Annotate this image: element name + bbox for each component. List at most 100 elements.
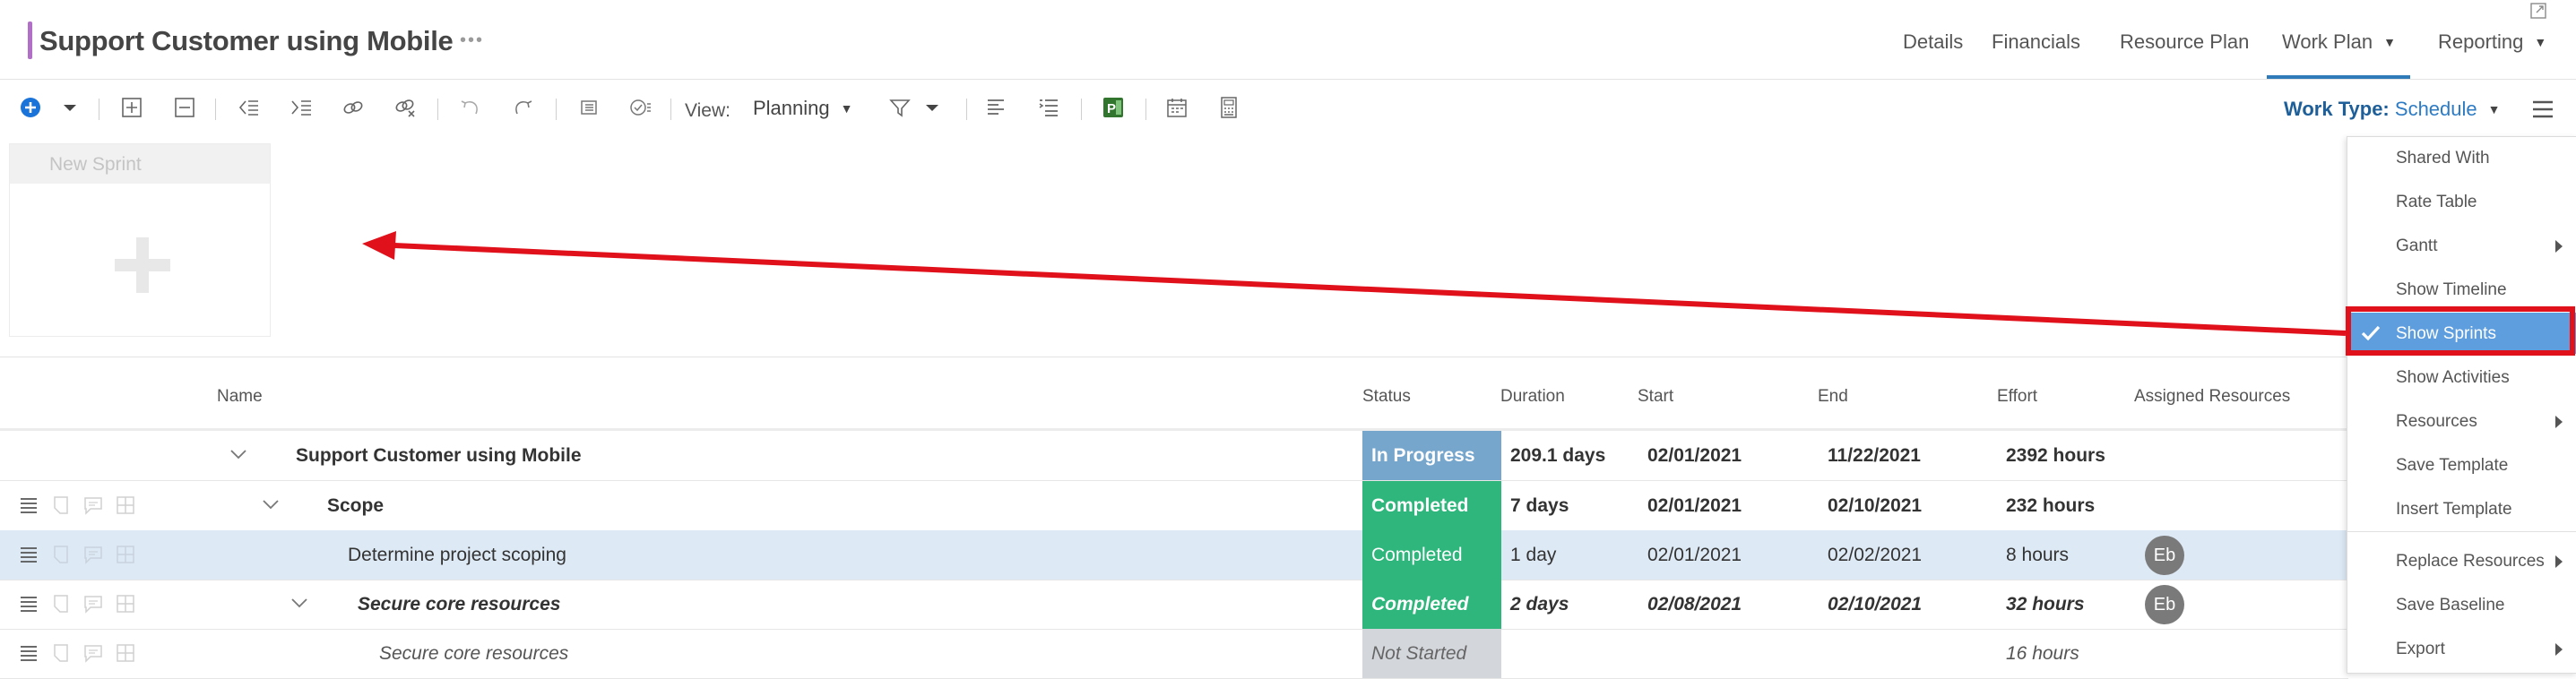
start-cell[interactable]: 02/01/2021 xyxy=(1647,545,1742,566)
menu-item-gantt[interactable]: Gantt xyxy=(2347,225,2576,266)
tab-resource-plan[interactable]: Resource Plan xyxy=(2120,30,2249,54)
filter-dropdown-icon[interactable] xyxy=(920,95,945,120)
table-row[interactable]: Scope Completed 7 days 02/01/2021 02/10/… xyxy=(0,481,2348,531)
hamburger-menu-icon[interactable] xyxy=(2531,99,2554,120)
avatar[interactable]: Eb xyxy=(2145,585,2184,624)
duration-cell[interactable]: 1 day xyxy=(1510,545,1556,566)
column-header-start[interactable]: Start xyxy=(1638,387,1673,407)
drag-handle-icon[interactable] xyxy=(18,544,39,565)
menu-item-export[interactable]: Export xyxy=(2347,628,2576,669)
table-row[interactable]: Secure core resources Completed 2 days 0… xyxy=(0,580,2348,630)
column-header-status[interactable]: Status xyxy=(1362,387,1411,407)
menu-item-show-timeline[interactable]: Show Timeline xyxy=(2347,269,2576,310)
task-name[interactable]: Secure core resources xyxy=(358,594,560,615)
drag-handle-icon[interactable] xyxy=(18,642,39,664)
view-select[interactable]: Planning ▼ xyxy=(753,97,853,120)
task-name[interactable]: Scope xyxy=(327,495,384,517)
start-cell[interactable]: 02/01/2021 xyxy=(1647,445,1742,467)
status-badge[interactable]: Not Started xyxy=(1362,629,1501,678)
table-row[interactable]: Determine project scoping Completed 1 da… xyxy=(0,530,2348,580)
menu-item-resources[interactable]: Resources xyxy=(2347,400,2576,442)
note-icon[interactable] xyxy=(50,544,72,565)
start-cell[interactable]: 02/08/2021 xyxy=(1647,594,1742,615)
grid-icon[interactable] xyxy=(115,494,136,516)
effort-cell[interactable]: 32 hours xyxy=(2006,594,2085,615)
list-icon[interactable] xyxy=(1036,95,1061,120)
filter-icon[interactable] xyxy=(887,95,912,120)
grid-icon[interactable] xyxy=(115,642,136,664)
status-badge[interactable]: Completed xyxy=(1362,481,1501,530)
outdent-icon[interactable] xyxy=(236,95,261,120)
tab-reporting[interactable]: Reporting ▼ xyxy=(2438,30,2546,54)
drag-handle-icon[interactable] xyxy=(18,494,39,516)
table-row[interactable]: Support Customer using Mobile In Progres… xyxy=(0,431,2348,481)
end-cell[interactable]: 11/22/2021 xyxy=(1828,445,1921,467)
calculator-icon[interactable] xyxy=(1216,95,1241,120)
comment-icon[interactable] xyxy=(82,642,104,664)
start-cell[interactable]: 02/01/2021 xyxy=(1647,495,1742,517)
tab-financials[interactable]: Financials xyxy=(1992,30,2080,54)
expand-all-icon[interactable] xyxy=(119,95,144,120)
column-header-duration[interactable]: Duration xyxy=(1500,387,1565,407)
dropdown-caret-icon[interactable] xyxy=(57,95,82,120)
undo-icon[interactable] xyxy=(457,95,482,120)
drag-handle-icon[interactable] xyxy=(18,593,39,615)
task-name[interactable]: Secure core resources xyxy=(379,643,568,665)
note-icon[interactable] xyxy=(50,494,72,516)
grid-icon[interactable] xyxy=(115,544,136,565)
end-cell[interactable]: 02/10/2021 xyxy=(1828,594,1922,615)
tab-work-plan[interactable]: Work Plan ▼ xyxy=(2282,30,2396,54)
redo-icon[interactable] xyxy=(511,95,536,120)
baseline-icon[interactable] xyxy=(576,95,601,120)
status-badge[interactable]: Completed xyxy=(1362,530,1501,580)
column-header-effort[interactable]: Effort xyxy=(1997,387,2037,407)
unlink-icon[interactable] xyxy=(393,95,418,120)
collapse-all-icon[interactable] xyxy=(172,95,197,120)
grid-icon[interactable] xyxy=(115,593,136,615)
menu-item-save-baseline[interactable]: Save Baseline xyxy=(2347,584,2576,625)
duration-cell[interactable]: 209.1 days xyxy=(1510,445,1605,467)
status-badge[interactable]: In Progress xyxy=(1362,431,1501,480)
chevron-down-icon[interactable] xyxy=(260,494,281,515)
duration-cell[interactable]: 2 days xyxy=(1510,594,1569,615)
tab-details[interactable]: Details xyxy=(1903,30,1963,54)
note-icon[interactable] xyxy=(50,593,72,615)
new-sprint-card[interactable]: New Sprint xyxy=(9,143,271,337)
chevron-down-icon[interactable] xyxy=(289,592,310,614)
link-icon[interactable] xyxy=(341,95,366,120)
end-cell[interactable]: 02/10/2021 xyxy=(1828,495,1922,517)
column-header-assigned-resources[interactable]: Assigned Resources xyxy=(2134,387,2290,407)
ms-project-icon[interactable]: P xyxy=(1101,95,1126,120)
calendar-icon[interactable] xyxy=(1164,95,1189,120)
comment-icon[interactable] xyxy=(82,544,104,565)
column-header-name[interactable]: Name xyxy=(217,387,263,407)
add-circle-icon[interactable] xyxy=(18,95,43,120)
note-icon[interactable] xyxy=(50,642,72,664)
effort-cell[interactable]: 16 hours xyxy=(2006,643,2079,665)
duration-cell[interactable]: 7 days xyxy=(1510,495,1569,517)
menu-item-shared-with[interactable]: Shared With xyxy=(2347,137,2576,178)
column-header-end[interactable]: End xyxy=(1818,387,1848,407)
menu-item-replace-resources[interactable]: Replace Resources xyxy=(2347,540,2576,581)
effort-cell[interactable]: 8 hours xyxy=(2006,545,2069,566)
effort-cell[interactable]: 2392 hours xyxy=(2006,445,2105,467)
avatar[interactable]: Eb xyxy=(2145,536,2184,575)
comment-icon[interactable] xyxy=(82,494,104,516)
indent-icon[interactable] xyxy=(289,95,314,120)
end-cell[interactable]: 02/02/2021 xyxy=(1828,545,1922,566)
chevron-down-icon[interactable] xyxy=(228,443,249,465)
title-more-icon[interactable]: ••• xyxy=(460,30,484,51)
menu-item-insert-template[interactable]: Insert Template xyxy=(2347,488,2576,529)
task-name[interactable]: Determine project scoping xyxy=(348,545,566,566)
menu-item-show-activities[interactable]: Show Activities xyxy=(2347,357,2576,398)
task-status-icon[interactable] xyxy=(627,95,653,120)
work-type-select[interactable]: Work Type: Schedule ▼ xyxy=(2284,98,2501,121)
status-badge[interactable]: Completed xyxy=(1362,580,1501,629)
effort-cell[interactable]: 232 hours xyxy=(2006,495,2095,517)
expand-window-icon[interactable] xyxy=(2529,2,2547,20)
menu-item-save-template[interactable]: Save Template xyxy=(2347,444,2576,486)
menu-item-rate-table[interactable]: Rate Table xyxy=(2347,181,2576,222)
align-icon[interactable] xyxy=(983,95,1008,120)
comment-icon[interactable] xyxy=(82,593,104,615)
task-name[interactable]: Support Customer using Mobile xyxy=(296,445,582,467)
